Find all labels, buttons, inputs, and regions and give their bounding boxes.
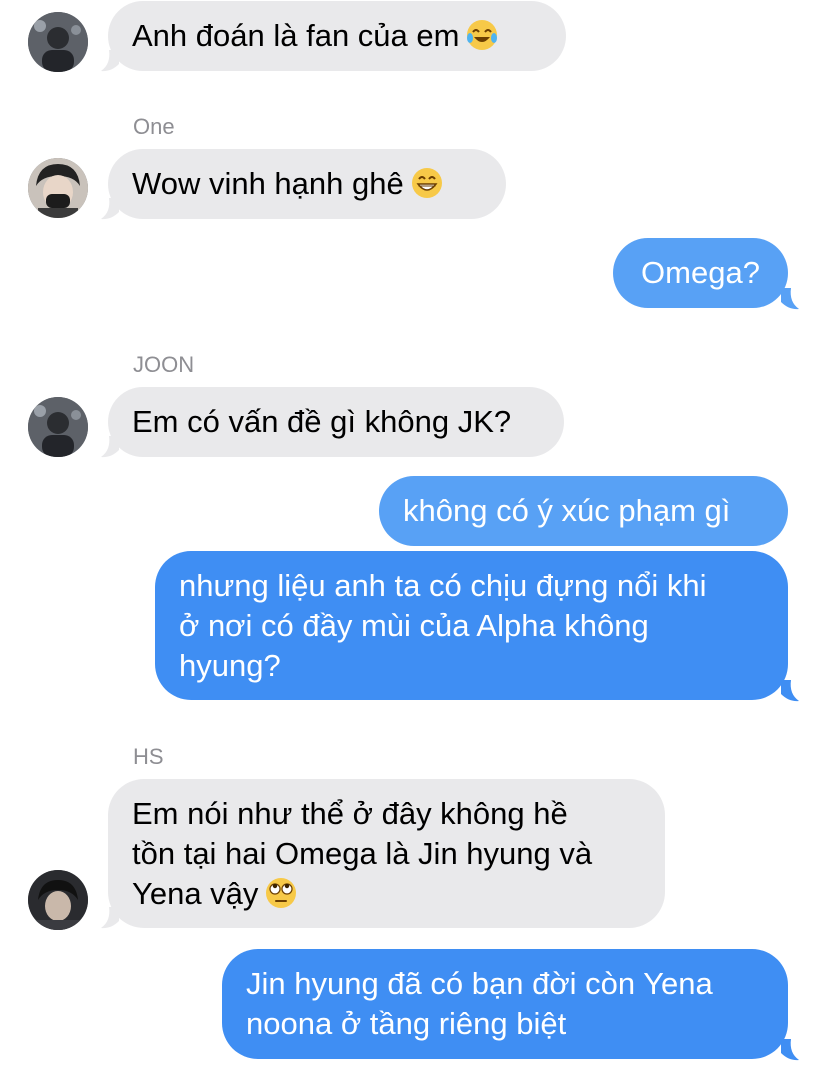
message-bubble[interactable]: Em có vấn đề gì không JK? <box>108 387 564 457</box>
bubble-tail <box>781 288 799 310</box>
bubble-tail <box>781 680 799 702</box>
message-bubble[interactable]: Omega? <box>613 238 788 308</box>
rolling-eyes-icon <box>266 878 297 908</box>
avatar[interactable] <box>28 870 88 930</box>
bubble-tail <box>781 1039 799 1061</box>
message-bubble[interactable]: nhưng liệu anh ta có chịu đựng nổi khi ở… <box>155 551 788 700</box>
message-text: Omega? <box>641 255 760 290</box>
bubble-tail <box>101 436 119 458</box>
message-bubble[interactable]: không có ý xúc phạm gì <box>379 476 788 546</box>
message-text: Wow vinh hạnh ghê <box>132 166 404 201</box>
message-text: Anh đoán là fan của em <box>132 18 460 53</box>
tears-of-joy-icon <box>467 20 498 50</box>
message-line: Em nói như thể ở đây không hề <box>132 796 568 831</box>
message-text: không có ý xúc phạm gì <box>403 493 731 528</box>
message-text: Em có vấn đề gì không JK? <box>132 404 512 439</box>
avatar[interactable] <box>28 158 88 218</box>
message-bubble[interactable]: Jin hyung đã có bạn đời còn Yena noona ở… <box>222 949 788 1059</box>
message-line: nhưng liệu anh ta có chịu đựng nổi khi <box>179 568 707 603</box>
sender-name: One <box>133 114 175 139</box>
avatar[interactable] <box>28 12 88 72</box>
message-line: noona ở tầng riêng biệt <box>246 1006 567 1041</box>
message-bubble[interactable]: Anh đoán là fan của em <box>108 1 566 71</box>
grinning-icon <box>411 168 442 198</box>
message-line: Jin hyung đã có bạn đời còn Yena <box>246 966 713 1001</box>
message-bubble[interactable]: Wow vinh hạnh ghê <box>108 149 506 219</box>
bubble-tail <box>101 198 119 220</box>
avatar[interactable] <box>28 397 88 457</box>
sender-name: JOON <box>133 352 195 377</box>
message-bubble[interactable]: Em nói như thể ở đây không hề tồn tại ha… <box>108 779 665 928</box>
message-line: tồn tại hai Omega là Jin hyung và <box>132 836 593 871</box>
bubble-tail <box>101 907 119 929</box>
message-line: ở nơi có đầy mùi của Alpha không <box>179 608 649 643</box>
message-line: hyung? <box>179 648 281 683</box>
bubble-tail <box>101 50 119 72</box>
sender-name: HS <box>133 744 164 769</box>
message-line: Yena vậy <box>132 876 259 911</box>
